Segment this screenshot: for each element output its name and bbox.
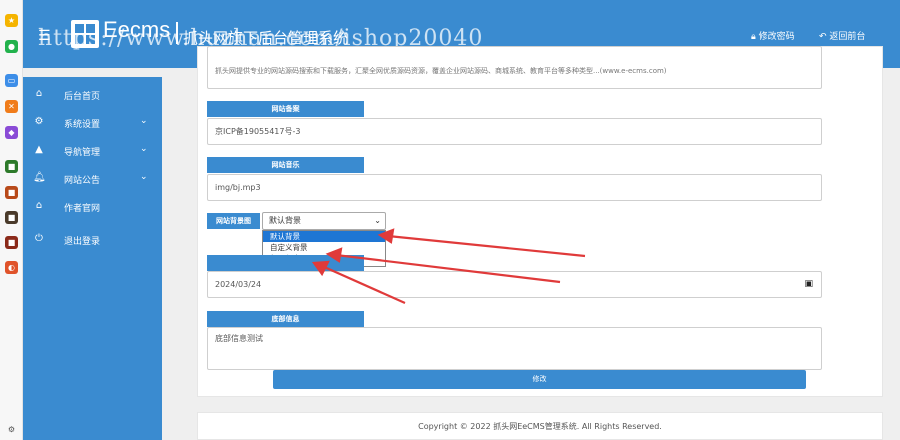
- game5-app-icon[interactable]: ■: [5, 236, 18, 249]
- sidebar-item-label: 作者官网: [64, 204, 101, 214]
- sidebar-item-logout[interactable]: ⏻ 退出登录: [23, 229, 162, 251]
- gear-icon: ⚙: [34, 116, 44, 127]
- chat-app-icon[interactable]: ●: [5, 40, 18, 53]
- sidebar: ⌂ 后台首页 ⚙ 系统设置 ⌄ ▲ 导航管理 ⌄ 🔔︎ 网站公告 ⌄ ⌂ 作者官…: [23, 77, 162, 440]
- dropdown-option-custom[interactable]: 自定义背景: [263, 242, 385, 253]
- sidebar-item-label: 系统设置: [64, 120, 101, 130]
- back-to-front-link[interactable]: ↶ 返回前台: [819, 29, 865, 42]
- game2-app-icon[interactable]: ■: [5, 160, 18, 173]
- tools-app-icon[interactable]: ✕: [5, 100, 18, 113]
- back-to-front-label: 返回前台: [829, 32, 866, 42]
- icp-label: 网站备案: [207, 101, 364, 117]
- background-select-value: 默认背景: [269, 216, 301, 225]
- logo-text: Eecms: [103, 17, 171, 42]
- icp-input[interactable]: 京ICP备19055417号-3: [207, 118, 822, 145]
- sidebar-item-label: 退出登录: [64, 237, 101, 247]
- date-label: [207, 255, 364, 271]
- sidebar-item-label: 导航管理: [64, 148, 101, 158]
- game-app-icon[interactable]: ◆: [5, 126, 18, 139]
- logo-divider: [176, 22, 178, 44]
- game6-app-icon[interactable]: ◐: [5, 261, 18, 274]
- menu-toggle-icon[interactable]: ☰: [38, 28, 51, 44]
- bell-icon: 🔔︎: [33, 172, 46, 183]
- music-label: 网站音乐: [207, 157, 364, 173]
- change-password-label: 修改密码: [758, 32, 795, 42]
- settings-app-icon[interactable]: ⚙: [5, 423, 18, 436]
- chevron-down-icon: ⌄: [140, 116, 148, 126]
- music-input[interactable]: img/bj.mp3: [207, 174, 822, 201]
- footer-info-label: 底部信息: [207, 311, 364, 327]
- game3-app-icon[interactable]: ■: [5, 186, 18, 199]
- site-description-text: 抓头网提供专业的网站源码搜索和下载服务，汇聚全网优质源码资源，覆盖企业网站源码、…: [215, 67, 667, 75]
- game4-app-icon[interactable]: ■: [5, 211, 18, 224]
- site-title: 抓头网旗下后台管理系统: [183, 30, 349, 47]
- navigation-icon: ▲: [35, 144, 43, 155]
- chevron-down-icon: ⌄: [140, 172, 148, 182]
- sidebar-item-system-settings[interactable]: ⚙ 系统设置 ⌄: [23, 112, 162, 134]
- submit-button[interactable]: 修改: [273, 370, 806, 389]
- star-app-icon[interactable]: ★: [5, 14, 18, 27]
- sidebar-item-announcements[interactable]: 🔔︎ 网站公告 ⌄: [23, 168, 162, 190]
- date-input[interactable]: 2024/03/24 ▣: [207, 271, 822, 298]
- date-value: 2024/03/24: [215, 280, 262, 289]
- sidebar-item-home[interactable]: ⌂ 后台首页: [23, 84, 162, 106]
- sidebar-item-author-site[interactable]: ⌂ 作者官网: [23, 196, 162, 218]
- undo-icon: ↶: [819, 32, 827, 42]
- site-description-textarea[interactable]: 抓头网提供专业的网站源码搜索和下载服务，汇聚全网优质源码资源，覆盖企业网站源码、…: [207, 46, 822, 89]
- power-icon: ⏻: [35, 233, 43, 244]
- sidebar-item-label: 网站公告: [64, 176, 101, 186]
- background-select[interactable]: 默认背景 ⌄: [262, 212, 386, 230]
- logo-icon: [71, 20, 99, 48]
- message-app-icon[interactable]: ▭: [5, 74, 18, 87]
- chevron-down-icon: ⌄: [140, 144, 148, 154]
- change-password-link[interactable]: 🔒︎ 修改密码: [751, 29, 795, 42]
- lock-icon: 🔒︎: [751, 32, 756, 42]
- app-launcher-bar: ★ ● ▭ ✕ ◆ ■ ■ ■ ■ ◐ ⚙: [0, 0, 23, 440]
- chevron-down-icon: ⌄: [374, 216, 381, 225]
- calendar-icon[interactable]: ▣: [804, 272, 813, 297]
- home-icon: ⌂: [35, 200, 43, 211]
- dropdown-option-default[interactable]: 默认背景: [263, 231, 385, 242]
- footer-info-textarea[interactable]: 底部信息测试: [207, 327, 822, 370]
- sidebar-item-navigation[interactable]: ▲ 导航管理 ⌄: [23, 140, 162, 162]
- page-footer: Copyright © 2022 抓头网EeCMS管理系统. All Right…: [197, 412, 883, 440]
- background-label: 网站背景图: [207, 213, 260, 229]
- home-icon: ⌂: [35, 88, 43, 99]
- sidebar-item-label: 后台首页: [64, 92, 101, 102]
